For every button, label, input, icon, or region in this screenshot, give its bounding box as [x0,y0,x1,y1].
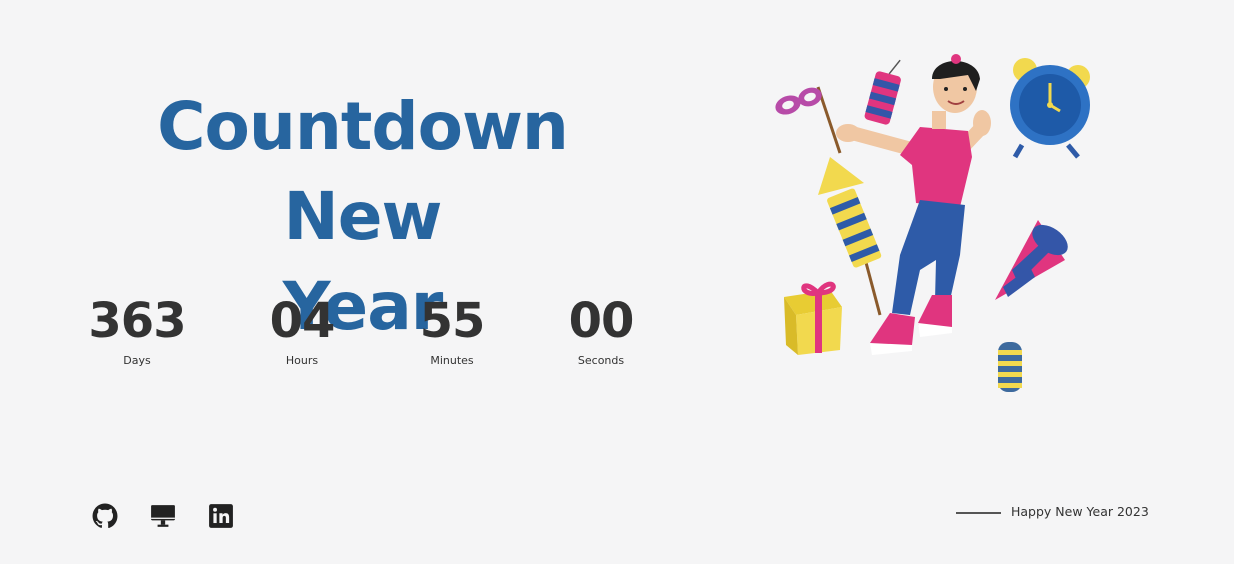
hours-value: 04 [269,293,336,349]
github-link[interactable] [92,503,118,529]
minutes-label: Minutes [430,354,474,367]
seconds-value: 00 [568,293,635,349]
minutes-value: 55 [419,293,486,349]
party-mask-icon [775,86,842,154]
firecracker-icon [864,59,901,125]
small-firecracker-icon [998,342,1022,392]
alarm-clock-icon [1010,58,1090,159]
party-hat-icon [995,220,1068,300]
footer-text: Happy New Year 2023 [1011,504,1149,519]
new-year-illustration [775,54,1090,392]
portfolio-link[interactable] [150,503,176,529]
title-line-1: Countdown New [157,88,569,255]
countdown-days: 363 Days [62,292,212,367]
countdown-seconds: 00 Seconds [526,292,676,367]
gift-box-icon [784,281,842,355]
hours-label: Hours [285,354,319,367]
monitor-icon [151,505,175,527]
days-value: 363 [88,293,186,349]
linkedin-icon [209,504,233,528]
linkedin-link[interactable] [208,503,234,529]
countdown-timer: 363 Days 04 Hours 55 Minutes 00 Seconds [0,292,700,382]
countdown-hours: 04 Hours [227,292,377,367]
github-icon [92,503,118,529]
countdown-minutes: 55 Minutes [377,292,527,367]
days-label: Days [123,354,151,367]
divider-line [956,512,1001,514]
seconds-label: Seconds [577,354,625,367]
